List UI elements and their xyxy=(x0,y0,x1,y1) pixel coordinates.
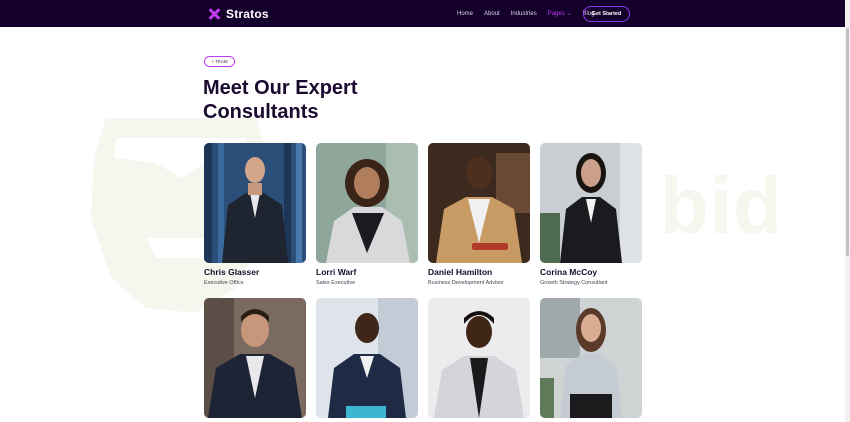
nav-menu: Home About Industries Pages ⌄ Blog xyxy=(457,10,594,18)
team-member-role: Sales Executive xyxy=(316,280,356,286)
team-member-role: Business Development Advisor xyxy=(428,280,504,286)
team-photo xyxy=(428,298,530,418)
team-member-name: Chris Glasser xyxy=(204,267,260,277)
brand-logo[interactable]: Stratos xyxy=(208,7,269,21)
section-badge: + TEAM xyxy=(204,56,235,67)
nav-link-pages[interactable]: Pages ⌄ xyxy=(548,10,572,18)
team-photo xyxy=(428,143,530,263)
portrait-image xyxy=(204,143,306,263)
chevron-down-icon: ⌄ xyxy=(566,11,572,17)
team-photo xyxy=(316,298,418,418)
portrait-image xyxy=(316,298,418,418)
portrait-image xyxy=(316,143,418,263)
team-member-role: Executive Office xyxy=(204,280,244,286)
portrait-image xyxy=(204,298,306,418)
team-photo xyxy=(540,298,642,418)
team-photo xyxy=(204,298,306,418)
team-member-role: Growth Strategy Consultant xyxy=(540,280,608,286)
nav-link-pages-label: Pages xyxy=(547,11,565,17)
brand-name: Stratos xyxy=(226,7,269,21)
section-title: Meet Our Expert Consultants xyxy=(203,77,358,123)
portrait-image xyxy=(428,143,530,263)
page-scrollbar-thumb[interactable] xyxy=(846,28,849,256)
team-photo xyxy=(316,143,418,263)
team-member-name: Corina McCoy xyxy=(540,267,598,277)
watermark-text: bid xyxy=(660,161,783,250)
logo-icon xyxy=(208,8,220,20)
portrait-image xyxy=(540,298,642,418)
get-started-button[interactable]: Get Started xyxy=(583,6,630,22)
nav-link-industries[interactable]: Industries xyxy=(511,10,537,18)
top-navbar: Stratos Home About Industries Pages ⌄ Bl… xyxy=(0,0,845,27)
team-member-name: Lorri Warf xyxy=(316,267,357,277)
portrait-image xyxy=(540,143,642,263)
portrait-image xyxy=(428,298,530,418)
nav-link-about[interactable]: About xyxy=(484,10,500,18)
team-member-name: Daniel Hamilton xyxy=(428,267,493,277)
team-photo xyxy=(204,143,306,263)
nav-link-home[interactable]: Home xyxy=(457,10,473,18)
team-photo xyxy=(540,143,642,263)
